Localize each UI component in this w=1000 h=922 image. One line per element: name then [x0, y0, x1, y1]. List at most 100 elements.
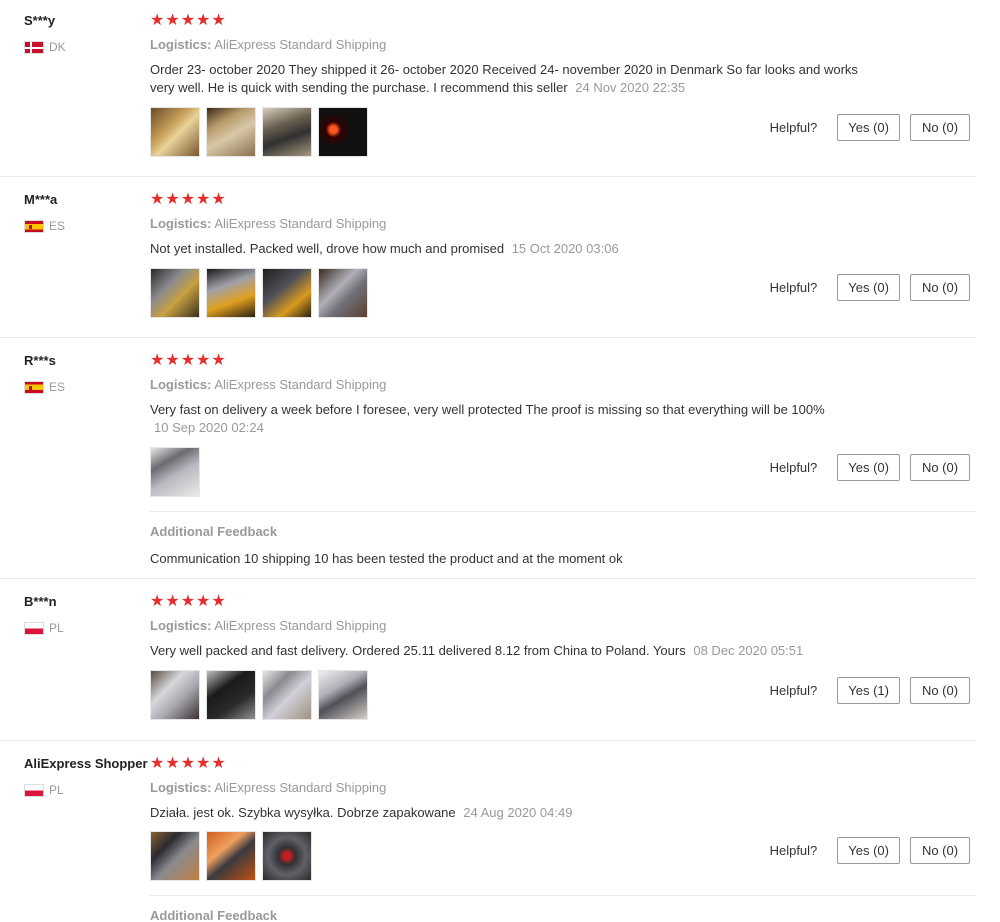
- review-photo[interactable]: [206, 268, 256, 318]
- star-rating: ★★★★★: [150, 191, 227, 208]
- logistics-line: Logistics: AliExpress Standard Shipping: [150, 377, 976, 393]
- review-photo[interactable]: [262, 268, 312, 318]
- review-photo[interactable]: [206, 831, 256, 881]
- helpful-label: Helpful?: [769, 120, 818, 135]
- helpful-label: Helpful?: [769, 683, 818, 698]
- review-photo[interactable]: [262, 107, 312, 157]
- review-item: M***a ES ★★★★★ Logistics: AliExpress Sta…: [0, 177, 976, 338]
- review-date: 08 Dec 2020 05:51: [693, 643, 804, 658]
- star-rating: ★★★★★: [150, 12, 227, 29]
- reviewer-info: R***s ES: [24, 353, 148, 394]
- review-photos: [150, 268, 368, 318]
- review-body: Not yet installed. Packed well, drove ho…: [150, 241, 505, 256]
- review-photo[interactable]: [318, 107, 368, 157]
- reviewer-info: M***a ES: [24, 192, 148, 233]
- helpful-yes-button[interactable]: Yes (0): [837, 454, 900, 481]
- additional-feedback: Additional Feedback Communication 10 shi…: [150, 511, 976, 566]
- review-body: Działa. jest ok. Szybka wysyłka. Dobrze …: [150, 805, 456, 820]
- country-code: PL: [49, 783, 64, 797]
- star-rating: ★★★★★: [150, 593, 227, 610]
- country-code: PL: [49, 621, 64, 635]
- review-photos: [150, 670, 368, 720]
- reviewer-info: AliExpress Shopper PL: [24, 756, 148, 797]
- review-date: 24 Aug 2020 04:49: [463, 805, 573, 820]
- reviewer-info: S***y DK: [24, 13, 148, 54]
- reviewer-name: AliExpress Shopper: [24, 756, 148, 771]
- review-date: 15 Oct 2020 03:06: [511, 241, 619, 256]
- additional-feedback-title: Additional Feedback: [150, 524, 278, 539]
- helpful-no-button[interactable]: No (0): [910, 454, 970, 481]
- review-photo[interactable]: [150, 107, 200, 157]
- review-item: AliExpress Shopper PL ★★★★★ Logistics: A…: [0, 741, 976, 922]
- helpful-no-button[interactable]: No (0): [910, 837, 970, 864]
- spain-flag-icon: [24, 380, 44, 394]
- helpful-label: Helpful?: [769, 843, 818, 858]
- spain-flag-icon: [24, 219, 44, 233]
- helpful-yes-button[interactable]: Yes (0): [837, 837, 900, 864]
- divider: [150, 511, 976, 512]
- country-code: ES: [49, 219, 66, 233]
- shipping-method: AliExpress Standard Shipping: [214, 216, 387, 231]
- star-rating: ★★★★★: [150, 755, 227, 772]
- denmark-flag-icon: [24, 40, 44, 54]
- helpful-yes-button[interactable]: Yes (0): [837, 274, 900, 301]
- review-date: 24 Nov 2020 22:35: [575, 80, 686, 95]
- logistics-label: Logistics:: [150, 377, 212, 392]
- review-photo[interactable]: [150, 447, 200, 497]
- helpful-label: Helpful?: [769, 460, 818, 475]
- country-code: ES: [49, 380, 66, 394]
- review-photo[interactable]: [262, 670, 312, 720]
- additional-feedback-title: Additional Feedback: [150, 908, 278, 922]
- review-date: 10 Sep 2020 02:24: [154, 420, 264, 435]
- review-text: Not yet installed. Packed well, drove ho…: [150, 240, 870, 258]
- review-text: Działa. jest ok. Szybka wysyłka. Dobrze …: [150, 804, 870, 822]
- review-photo[interactable]: [150, 670, 200, 720]
- review-body: Order 23- october 2020 They shipped it 2…: [150, 62, 858, 95]
- review-photo[interactable]: [150, 268, 200, 318]
- poland-flag-icon: [24, 783, 44, 797]
- star-rating: ★★★★★: [150, 352, 227, 369]
- logistics-label: Logistics:: [150, 780, 212, 795]
- review-photo[interactable]: [318, 268, 368, 318]
- shipping-method: AliExpress Standard Shipping: [214, 780, 387, 795]
- review-item: B***n PL ★★★★★ Logistics: AliExpress Sta…: [0, 579, 976, 741]
- helpful-no-button[interactable]: No (0): [910, 274, 970, 301]
- review-photo[interactable]: [206, 107, 256, 157]
- helpful-yes-button[interactable]: Yes (1): [837, 677, 900, 704]
- reviewer-name: S***y: [24, 13, 56, 28]
- shipping-method: AliExpress Standard Shipping: [214, 37, 387, 52]
- additional-feedback: Additional Feedback: [150, 895, 976, 922]
- review-body: Very fast on delivery a week before I fo…: [150, 402, 825, 417]
- reviewer-name: B***n: [24, 594, 57, 609]
- review-photo[interactable]: [150, 831, 200, 881]
- review-photo[interactable]: [318, 670, 368, 720]
- shipping-method: AliExpress Standard Shipping: [214, 377, 387, 392]
- logistics-label: Logistics:: [150, 618, 212, 633]
- country-code: DK: [49, 40, 66, 54]
- review-photo[interactable]: [206, 670, 256, 720]
- helpful-no-button[interactable]: No (0): [910, 114, 970, 141]
- logistics-line: Logistics: AliExpress Standard Shipping: [150, 618, 976, 634]
- poland-flag-icon: [24, 621, 44, 635]
- helpful-yes-button[interactable]: Yes (0): [837, 114, 900, 141]
- review-photos: [150, 447, 200, 497]
- review-item: R***s ES ★★★★★ Logistics: AliExpress Sta…: [0, 338, 976, 579]
- reviewer-info: B***n PL: [24, 594, 148, 635]
- logistics-label: Logistics:: [150, 37, 212, 52]
- review-text: Very fast on delivery a week before I fo…: [150, 401, 870, 437]
- review-item: S***y DK ★★★★★ Logistics: AliExpress Sta…: [0, 0, 976, 177]
- review-text: Very well packed and fast delivery. Orde…: [150, 642, 870, 660]
- helpful-label: Helpful?: [769, 280, 818, 295]
- review-text: Order 23- october 2020 They shipped it 2…: [150, 61, 870, 97]
- review-photos: [150, 107, 368, 157]
- logistics-line: Logistics: AliExpress Standard Shipping: [150, 780, 976, 796]
- shipping-method: AliExpress Standard Shipping: [214, 618, 387, 633]
- divider: [150, 895, 976, 896]
- logistics-line: Logistics: AliExpress Standard Shipping: [150, 37, 976, 53]
- reviewer-name: M***a: [24, 192, 58, 207]
- helpful-no-button[interactable]: No (0): [910, 677, 970, 704]
- review-photo[interactable]: [262, 831, 312, 881]
- reviewer-name: R***s: [24, 353, 56, 368]
- review-photos: [150, 831, 312, 881]
- review-body: Very well packed and fast delivery. Orde…: [150, 643, 686, 658]
